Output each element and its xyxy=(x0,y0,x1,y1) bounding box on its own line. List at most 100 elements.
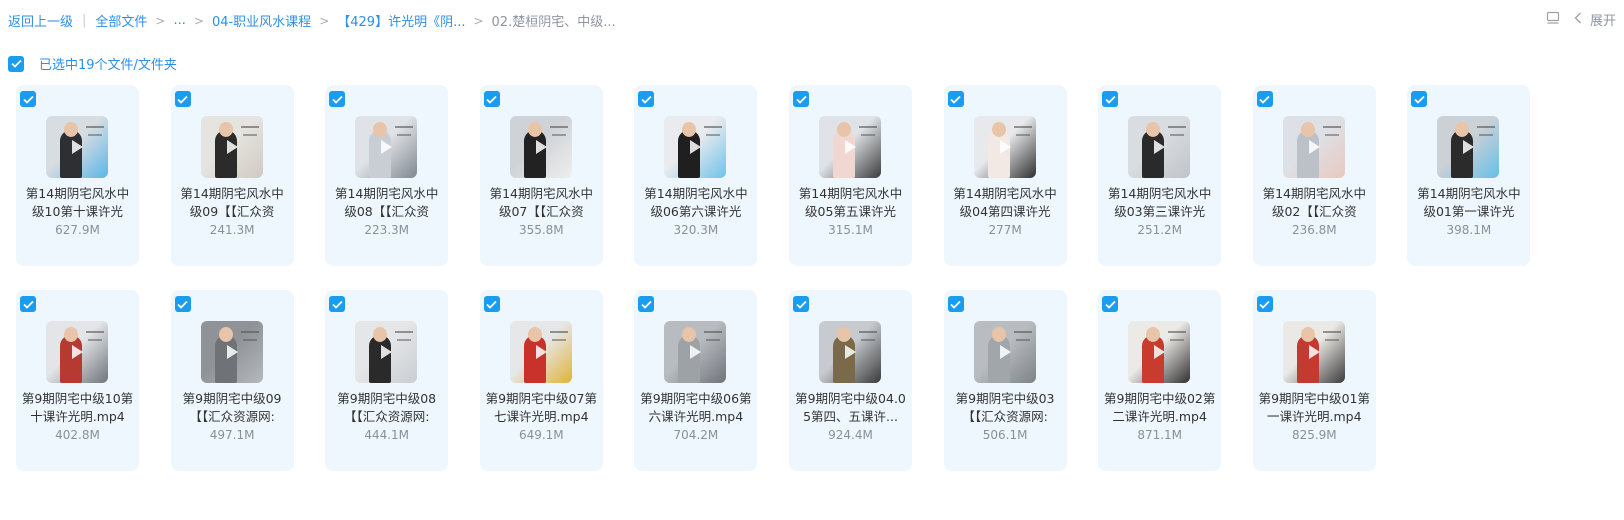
video-thumbnail[interactable] xyxy=(509,321,572,383)
play-icon xyxy=(690,345,702,359)
checkbox-checked-icon[interactable] xyxy=(20,296,36,312)
breadcrumb-root[interactable]: 全部文件 xyxy=(95,11,147,30)
play-icon xyxy=(1308,345,1320,359)
file-size: 649.1M xyxy=(518,428,564,442)
video-thumbnail[interactable] xyxy=(46,321,108,383)
video-thumbnail[interactable] xyxy=(973,116,1036,178)
file-name: 第14期阴宅风水中级03第三课许光 xyxy=(1107,186,1212,219)
file-size: 315.1M xyxy=(828,223,873,237)
checkbox-checked-icon[interactable] xyxy=(8,55,24,72)
breadcrumb-divider: | xyxy=(82,13,87,28)
file-card[interactable]: 第14期阴宅风水中级10第十课许光 627.9M xyxy=(16,85,139,266)
video-thumbnail[interactable] xyxy=(664,321,727,383)
file-card[interactable]: 第14期阴宅风水中级09【【汇众资 241.3M xyxy=(170,85,294,266)
breadcrumb-ellipsis[interactable]: ... xyxy=(173,13,185,28)
video-thumbnail[interactable] xyxy=(1437,116,1500,178)
checkbox-checked-icon[interactable] xyxy=(947,91,964,107)
video-thumbnail[interactable] xyxy=(355,116,418,178)
video-thumbnail[interactable] xyxy=(1128,116,1191,178)
file-name: 第14期阴宅风水中级05第五课许光 xyxy=(798,186,903,219)
file-card[interactable]: 第9期阴宅中级02第二课许光明.mp4 871.1M xyxy=(1098,290,1222,471)
file-name: 第14期阴宅风水中级10第十课许光 xyxy=(25,186,130,219)
video-thumbnail[interactable] xyxy=(1128,321,1191,383)
play-icon xyxy=(381,140,393,154)
expand-button[interactable]: 展开 xyxy=(1574,10,1616,29)
video-thumbnail[interactable] xyxy=(1282,321,1345,383)
play-icon xyxy=(535,140,547,154)
video-thumbnail[interactable] xyxy=(1282,116,1345,178)
chevron-left-icon xyxy=(1574,12,1582,28)
file-card[interactable]: 第9期阴宅中级08【【汇众资源网: 444.1M xyxy=(325,290,449,471)
play-icon xyxy=(999,345,1011,359)
checkbox-checked-icon[interactable] xyxy=(638,296,655,312)
file-size: 355.8M xyxy=(518,223,564,237)
file-name: 第9期阴宅中级09【【汇众资源网: xyxy=(182,391,282,424)
right-tools: 展开 xyxy=(1546,10,1616,29)
file-name: 第9期阴宅中级02第二课许光明.mp4 xyxy=(1104,391,1216,424)
checkbox-checked-icon[interactable] xyxy=(1256,296,1273,312)
video-thumbnail[interactable] xyxy=(973,321,1036,383)
checkbox-checked-icon[interactable] xyxy=(174,296,191,312)
checkbox-checked-icon[interactable] xyxy=(638,91,655,107)
checkbox-checked-icon[interactable] xyxy=(483,296,500,312)
file-name: 第14期阴宅风水中级01第一课许光 xyxy=(1417,186,1521,219)
file-card[interactable]: 第9期阴宅中级01第一课许光明.mp4 825.9M xyxy=(1252,290,1376,471)
checkbox-checked-icon[interactable] xyxy=(793,91,809,107)
file-name: 第9期阴宅中级04.05第四、五课许... xyxy=(795,391,906,424)
file-card[interactable]: 第14期阴宅风水中级04第四课许光 277M xyxy=(943,85,1067,266)
file-card[interactable]: 第9期阴宅中级04.05第四、五课许... 924.4M xyxy=(789,290,912,471)
select-all[interactable]: 已选中19个文件/文件夹 xyxy=(8,54,177,73)
play-icon xyxy=(72,345,83,359)
file-size: 627.9M xyxy=(55,223,100,237)
video-thumbnail[interactable] xyxy=(355,321,418,383)
breadcrumb-level2[interactable]: 【429】许光明《阴... xyxy=(337,11,465,30)
top-bar: 返回上一级 | 全部文件 > ... > 04-职业风水课程 > 【429】许光… xyxy=(0,0,1624,40)
file-card[interactable]: 第14期阴宅风水中级01第一课许光 398.1M xyxy=(1407,85,1531,266)
video-thumbnail[interactable] xyxy=(664,116,727,178)
file-size: 241.3M xyxy=(209,223,255,237)
checkbox-checked-icon[interactable] xyxy=(793,296,809,312)
checkbox-checked-icon[interactable] xyxy=(483,91,500,107)
file-size: 506.1M xyxy=(982,428,1028,442)
back-link[interactable]: 返回上一级 xyxy=(8,11,73,30)
play-icon xyxy=(1308,140,1320,154)
checkbox-checked-icon[interactable] xyxy=(329,296,346,312)
video-thumbnail[interactable] xyxy=(200,321,263,383)
file-name: 第14期阴宅风水中级08【【汇众资 xyxy=(334,186,439,219)
checkbox-checked-icon[interactable] xyxy=(174,91,191,107)
checkbox-checked-icon[interactable] xyxy=(1102,91,1119,107)
file-card[interactable]: 第9期阴宅中级03【【汇众资源网: 506.1M xyxy=(943,290,1067,471)
file-card[interactable]: 第14期阴宅风水中级07【【汇众资 355.8M xyxy=(479,85,603,266)
video-thumbnail[interactable] xyxy=(200,116,263,178)
file-card[interactable]: 第14期阴宅风水中级08【【汇众资 223.3M xyxy=(325,85,449,266)
file-name: 第9期阴宅中级07第七课许光明.mp4 xyxy=(485,391,597,424)
file-card[interactable]: 第9期阴宅中级10第十课许光明.mp4 402.8M xyxy=(16,290,139,471)
play-icon xyxy=(1154,140,1166,154)
layout-icon[interactable] xyxy=(1546,11,1560,29)
file-card[interactable]: 第14期阴宅风水中级03第三课许光 251.2M xyxy=(1098,85,1222,266)
file-card[interactable]: 第9期阴宅中级06第六课许光明.mp4 704.2M xyxy=(634,290,758,471)
video-thumbnail[interactable] xyxy=(819,116,881,178)
video-thumbnail[interactable] xyxy=(46,116,108,178)
file-size: 320.3M xyxy=(673,223,719,237)
checkbox-checked-icon[interactable] xyxy=(1102,296,1119,312)
checkbox-checked-icon[interactable] xyxy=(947,296,964,312)
checkbox-checked-icon[interactable] xyxy=(20,91,36,107)
file-size: 871.1M xyxy=(1137,428,1183,442)
video-thumbnail[interactable] xyxy=(509,116,572,178)
file-card[interactable]: 第14期阴宅风水中级05第五课许光 315.1M xyxy=(789,85,912,266)
file-name: 第9期阴宅中级06第六课许光明.mp4 xyxy=(640,391,752,424)
video-thumbnail[interactable] xyxy=(819,321,881,383)
checkbox-checked-icon[interactable] xyxy=(1411,91,1428,107)
play-icon xyxy=(226,345,238,359)
checkbox-checked-icon[interactable] xyxy=(329,91,346,107)
checkbox-checked-icon[interactable] xyxy=(1256,91,1273,107)
file-card[interactable]: 第14期阴宅风水中级06第六课许光 320.3M xyxy=(634,85,758,266)
file-card[interactable]: 第14期阴宅风水中级02【【汇众资 236.8M xyxy=(1252,85,1376,266)
file-name: 第14期阴宅风水中级06第六课许光 xyxy=(644,186,748,219)
play-icon xyxy=(845,345,856,359)
play-icon xyxy=(1154,345,1166,359)
file-card[interactable]: 第9期阴宅中级07第七课许光明.mp4 649.1M xyxy=(479,290,603,471)
breadcrumb-level1[interactable]: 04-职业风水课程 xyxy=(212,11,311,30)
file-card[interactable]: 第9期阴宅中级09【【汇众资源网: 497.1M xyxy=(170,290,294,471)
